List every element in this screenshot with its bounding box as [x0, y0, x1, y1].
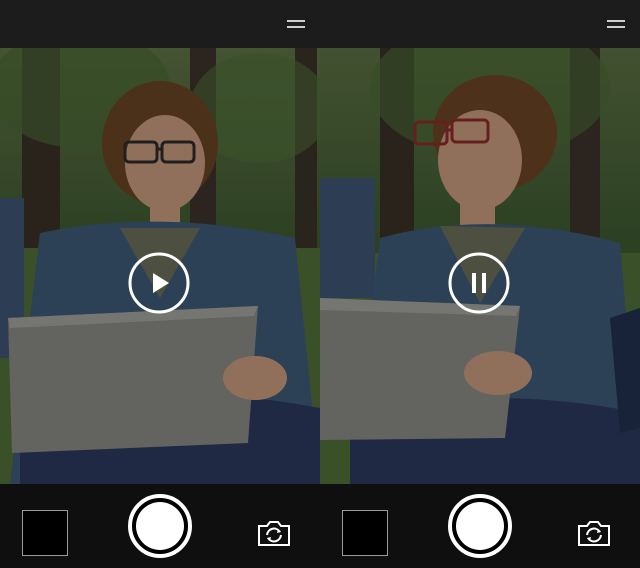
switch-camera-button-right[interactable]	[576, 519, 612, 547]
shutter-icon	[136, 502, 184, 550]
hamburger-menu-icon[interactable]	[287, 18, 305, 30]
hamburger-menu-icon[interactable]	[607, 18, 625, 30]
play-icon	[128, 252, 190, 314]
gallery-thumbnail-right[interactable]	[342, 510, 388, 556]
left-top-bar	[0, 0, 320, 48]
switch-camera-button-left[interactable]	[256, 519, 292, 547]
dual-camera-preview	[0, 0, 640, 568]
shutter-button-right[interactable]	[448, 494, 512, 558]
shutter-icon	[456, 502, 504, 550]
pause-icon	[448, 252, 510, 314]
pause-button[interactable]	[448, 252, 510, 314]
play-button[interactable]	[128, 252, 190, 314]
right-top-bar	[320, 0, 640, 48]
switch-camera-icon	[258, 521, 290, 546]
shutter-button-left[interactable]	[128, 494, 192, 558]
gallery-thumbnail-left[interactable]	[22, 510, 68, 556]
switch-camera-icon	[578, 521, 610, 546]
